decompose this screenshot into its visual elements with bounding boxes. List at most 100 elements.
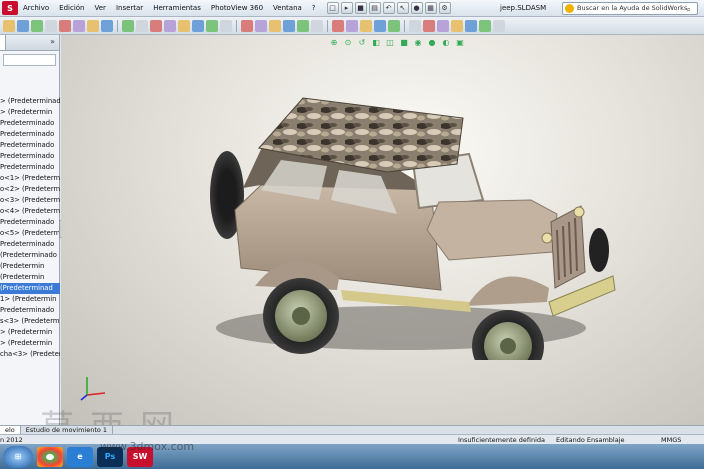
move-component-icon[interactable]	[59, 19, 71, 32]
help-search-input[interactable]: Buscar en la Ayuda de SolidWorks ⌕	[562, 2, 698, 15]
scene-icon[interactable]	[437, 19, 449, 32]
reference-geometry-icon[interactable]	[101, 19, 113, 32]
menu-photoview[interactable]: PhotoView 360	[206, 4, 268, 12]
fillet-icon[interactable]	[360, 19, 372, 32]
menu-insertar[interactable]: Insertar	[111, 4, 148, 12]
tree-item[interactable]: s<3> (Predetermi	[0, 316, 60, 327]
menu-herramientas[interactable]: Herramientas	[148, 4, 206, 12]
rebuild-icon[interactable]: ●	[410, 2, 423, 14]
panel-tab[interactable]	[0, 35, 6, 50]
clearance-icon[interactable]	[192, 19, 204, 32]
tree-item[interactable]: Predeterminado	[0, 151, 60, 162]
tab-motion-study[interactable]: Estudio de movimiento 1	[21, 426, 114, 434]
mate-icon[interactable]	[17, 19, 29, 32]
previous-view-icon[interactable]: ↺	[357, 38, 367, 48]
display-style-icon[interactable]: ■	[399, 38, 409, 48]
tree-item[interactable]: > (Predetermin	[0, 107, 60, 118]
graphics-viewport[interactable]: ⊕ ⊙ ↺ ◧ ◫ ■ ◉ ● ◐ ▣	[61, 35, 704, 425]
zoom-to-fit-icon[interactable]: ⊕	[329, 38, 339, 48]
menu-archivo[interactable]: Archivo	[18, 4, 54, 12]
start-button-icon[interactable]: ⊞	[3, 445, 33, 468]
apply-scene-icon[interactable]: ◐	[441, 38, 451, 48]
edit-appearance-icon[interactable]: ●	[427, 38, 437, 48]
circle-icon[interactable]	[297, 19, 309, 32]
tree-item[interactable]: Predeterminado	[0, 305, 60, 316]
tree-item[interactable]: Predeterminado	[0, 129, 60, 140]
select-icon[interactable]: ↖	[396, 2, 409, 14]
menu-edicion[interactable]: Edición	[54, 4, 89, 12]
undo-icon[interactable]: ↶	[382, 2, 395, 14]
search-icon[interactable]: ⌕	[687, 4, 691, 15]
chamfer-icon[interactable]	[374, 19, 386, 32]
tree-item[interactable]: Predeterminado	[0, 140, 60, 151]
tree-item[interactable]: > (Predetermin	[0, 327, 60, 338]
hole-alignment-icon[interactable]	[206, 19, 218, 32]
options-icon[interactable]: ⚙	[438, 2, 451, 14]
save-icon[interactable]: ■	[354, 2, 367, 14]
tree-item[interactable]: o<5> (Predetermi	[0, 228, 60, 239]
zoom-area-icon[interactable]: ⊙	[343, 38, 353, 48]
view-settings-icon[interactable]: ▣	[455, 38, 465, 48]
tree-item[interactable]: o<2> (Predetermi	[0, 184, 60, 195]
tree-item[interactable]: (Predetermin	[0, 272, 60, 283]
linear-pattern-icon[interactable]	[31, 19, 43, 32]
toolbox-icon[interactable]	[493, 19, 505, 32]
menu-ver[interactable]: Ver	[90, 4, 111, 12]
open-icon[interactable]: ▸	[340, 2, 353, 14]
revolve-icon[interactable]	[346, 19, 358, 32]
lights-icon[interactable]	[479, 19, 491, 32]
tree-item[interactable]: 1> (Predetermin	[0, 294, 60, 305]
explode-line-icon[interactable]	[164, 19, 176, 32]
appearance-icon[interactable]	[423, 19, 435, 32]
exploded-view-icon[interactable]	[150, 19, 162, 32]
tree-item[interactable]: o<1> (Predetermi	[0, 173, 60, 184]
assembly-features-icon[interactable]	[87, 19, 99, 32]
smart-fasteners-icon[interactable]	[45, 19, 57, 32]
view-orientation-icon[interactable]: ◫	[385, 38, 395, 48]
solidworks-logo-icon[interactable]: S	[2, 1, 18, 15]
tree-item[interactable]: (Predeterminado	[0, 250, 60, 261]
show-hidden-icon[interactable]	[73, 19, 85, 32]
tree-item[interactable]: Predeterminado	[0, 162, 60, 173]
internet-explorer-taskbar-icon[interactable]: e	[67, 446, 93, 467]
collapse-panel-icon[interactable]: »	[50, 37, 55, 46]
section-view-icon[interactable]: ◧	[371, 38, 381, 48]
interference-icon[interactable]	[178, 19, 190, 32]
rectangle-icon[interactable]	[283, 19, 295, 32]
file-properties-icon[interactable]: ▦	[424, 2, 437, 14]
arc-icon[interactable]	[311, 19, 323, 32]
tree-item[interactable]: o<4> (Predetermi	[0, 206, 60, 217]
new-doc-icon[interactable]: □	[326, 2, 339, 14]
shell-icon[interactable]	[388, 19, 400, 32]
tree-item[interactable]: Predeterminado	[0, 118, 60, 129]
tree-filter-input[interactable]	[3, 54, 56, 66]
tree-item[interactable]: > (Predeterminad	[0, 96, 60, 107]
tree-item[interactable]: Predeterminado	[0, 217, 60, 228]
bill-of-materials-icon[interactable]	[136, 19, 148, 32]
tree-item[interactable]: o<3> (Predetermi	[0, 195, 60, 206]
tree-item[interactable]: cha<3> (Predetermi	[0, 349, 60, 360]
extrude-icon[interactable]	[332, 19, 344, 32]
new-motion-study-icon[interactable]	[122, 19, 134, 32]
tree-item[interactable]: (Predeterminad	[0, 283, 60, 294]
line-icon[interactable]	[269, 19, 281, 32]
reference-triad	[80, 377, 106, 401]
jeep-model[interactable]	[201, 90, 621, 360]
sketch-icon[interactable]	[241, 19, 253, 32]
menu-ventana[interactable]: Ventana	[268, 4, 307, 12]
tree-item[interactable]: > (Predetermin	[0, 338, 60, 349]
render-icon[interactable]	[409, 19, 421, 32]
chrome-taskbar-icon[interactable]	[37, 446, 63, 467]
camera-icon[interactable]	[465, 19, 477, 32]
print-icon[interactable]: ▤	[368, 2, 381, 14]
far-front-wheel	[589, 228, 609, 272]
hide-show-items-icon[interactable]: ◉	[413, 38, 423, 48]
decal-icon[interactable]	[451, 19, 463, 32]
tab-model[interactable]: elo	[0, 426, 21, 434]
tree-item[interactable]: Predeterminado	[0, 239, 60, 250]
measure-icon[interactable]	[220, 19, 232, 32]
tree-item[interactable]: (Predetermin	[0, 261, 60, 272]
menu-help[interactable]: ?	[307, 4, 321, 12]
smart-dimension-icon[interactable]	[255, 19, 267, 32]
insert-component-icon[interactable]	[3, 19, 15, 32]
